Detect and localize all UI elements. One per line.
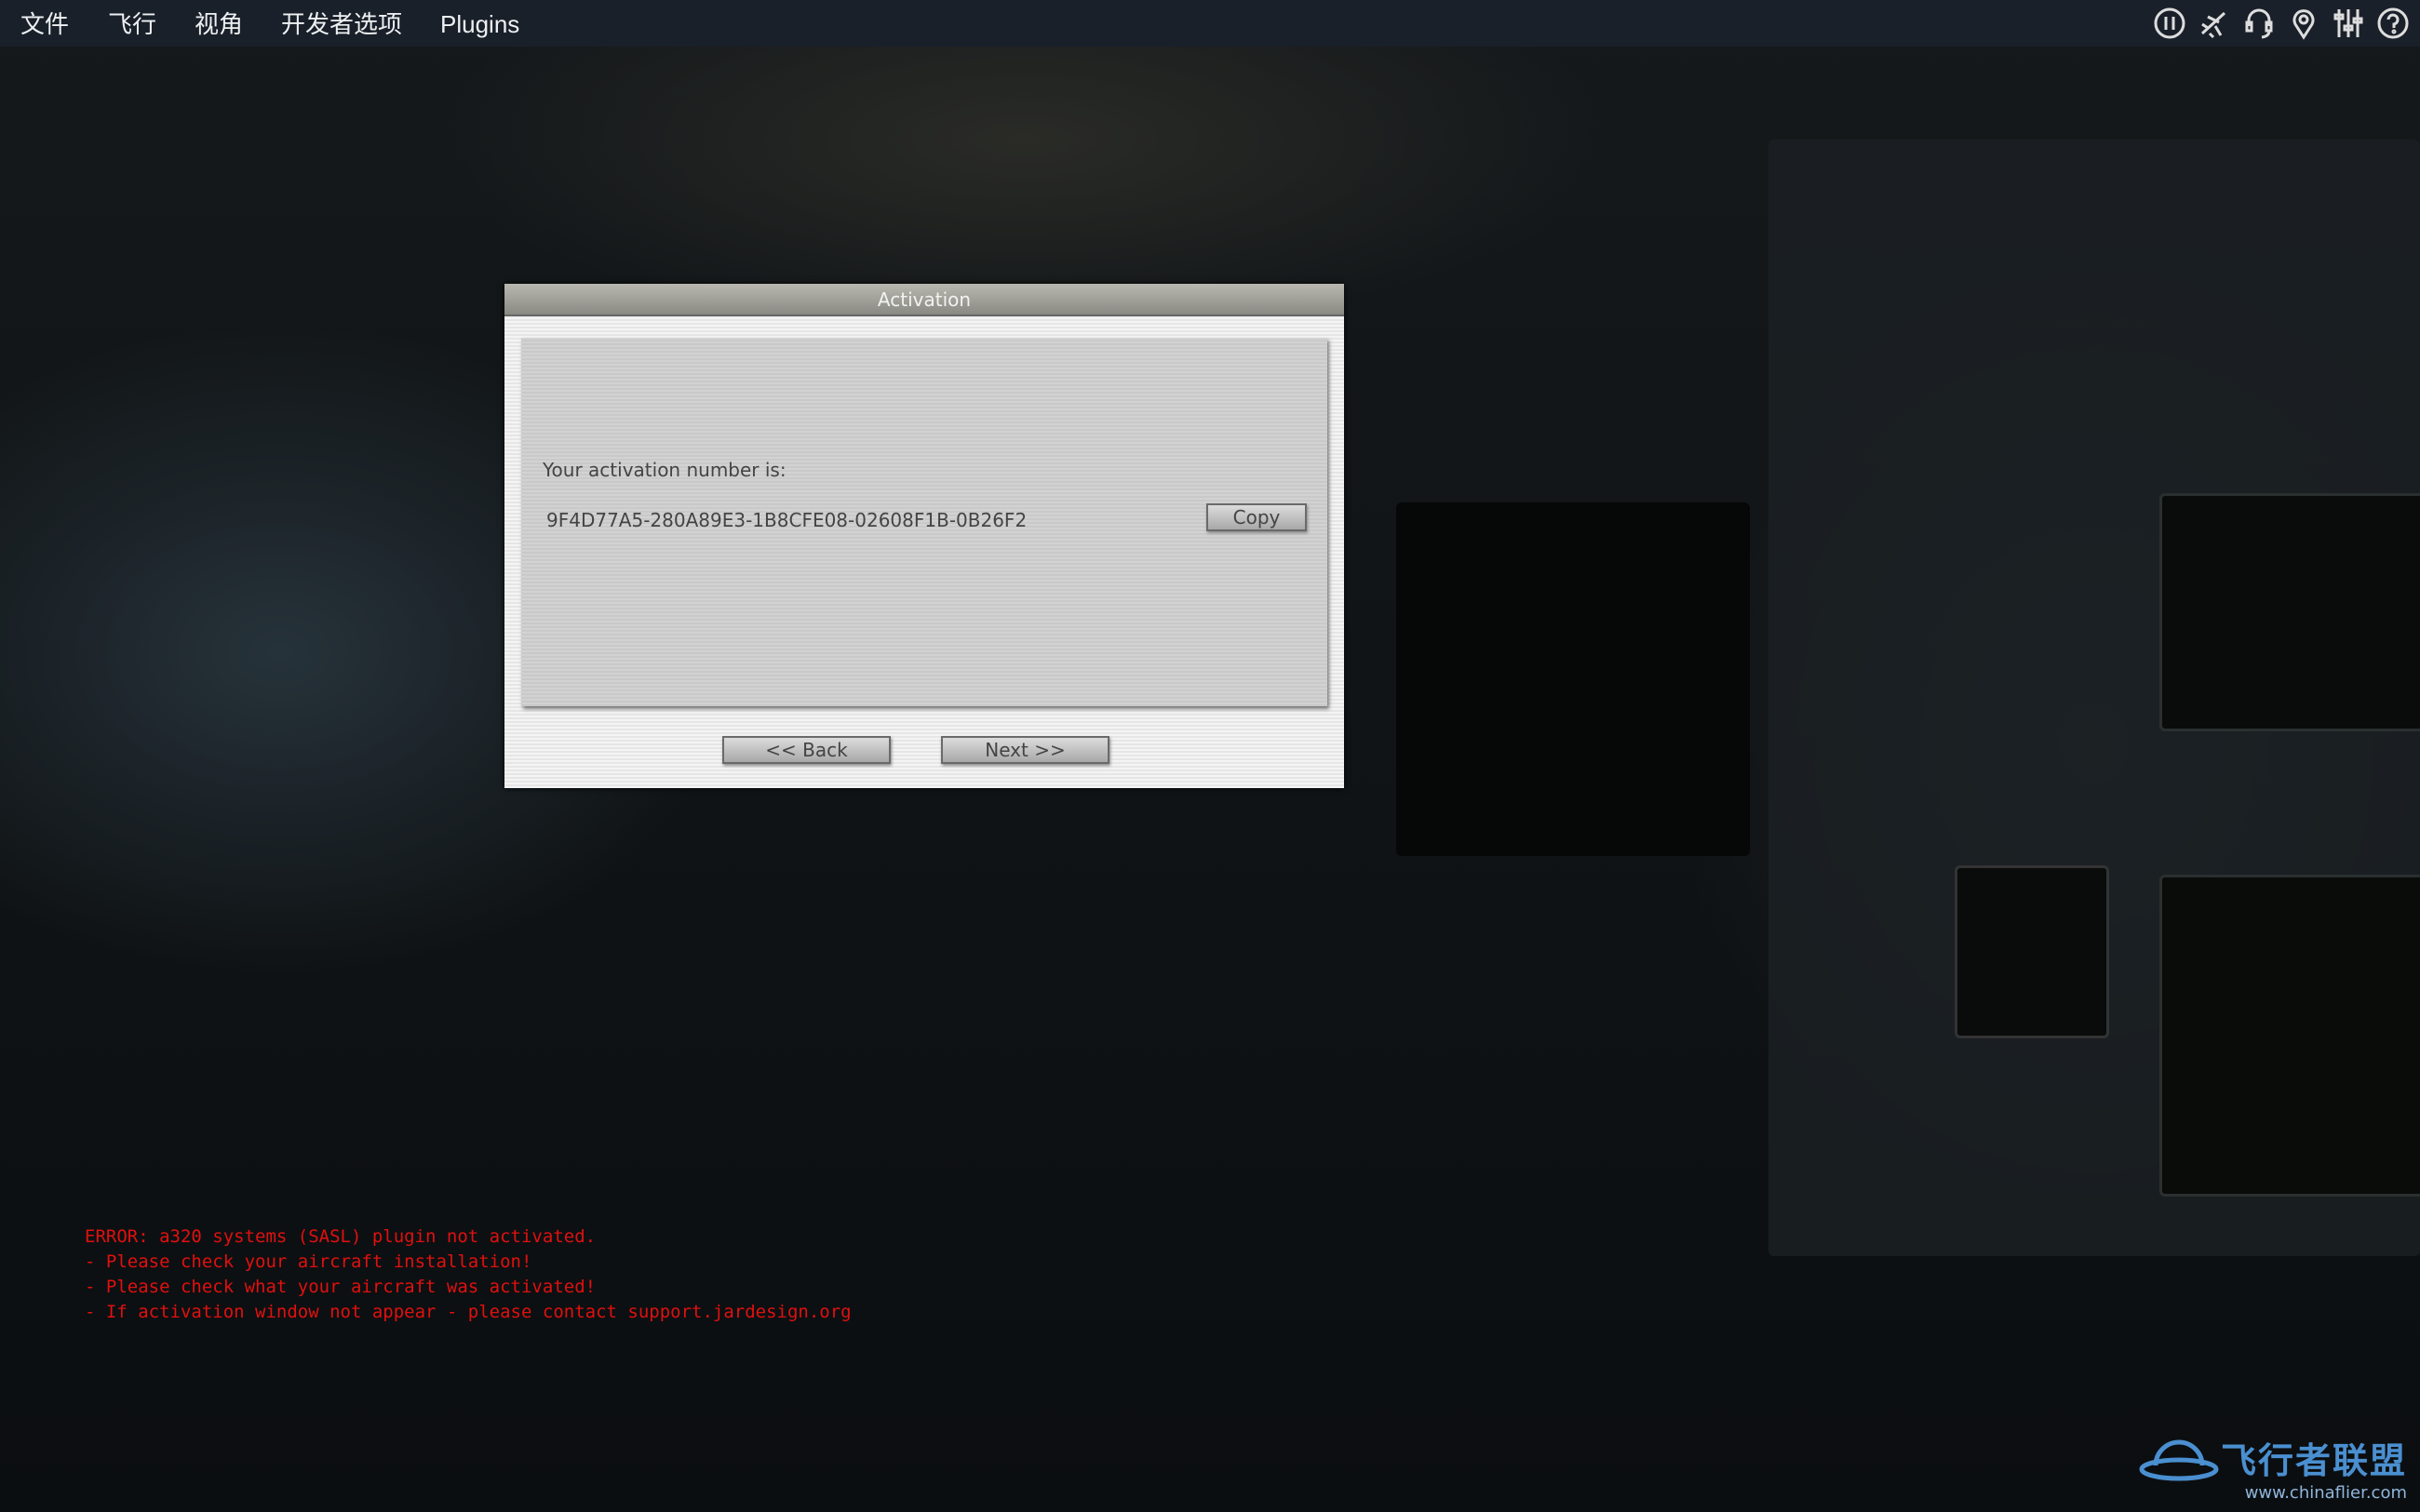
watermark-url: www.chinaflier.com <box>2244 1483 2407 1503</box>
pause-icon[interactable] <box>2152 6 2187 41</box>
cockpit-display-standby <box>1955 865 2109 1038</box>
error-line: - Please check what your aircraft was ac… <box>85 1277 597 1297</box>
copy-button[interactable]: Copy <box>1206 503 1307 531</box>
cockpit-display-ecam <box>2159 875 2420 1197</box>
menu-bar: 文件 飞行 视角 开发者选项 Plugins <box>0 0 2420 47</box>
menu-plugins[interactable]: Plugins <box>440 0 519 47</box>
menu-file[interactable]: 文件 <box>20 0 69 47</box>
next-button[interactable]: Next >> <box>941 736 1109 764</box>
menu-developer[interactable]: 开发者选项 <box>281 0 402 47</box>
activation-dialog: Activation Your activation number is: 9F… <box>504 284 1344 788</box>
error-line: ERROR: a320 systems (SASL) plugin not ac… <box>85 1226 597 1247</box>
dialog-title[interactable]: Activation <box>504 284 1344 316</box>
airplane-icon[interactable] <box>2197 6 2232 41</box>
activation-number: 9F4D77A5-280A89E3-1B8CFE08-02608F1B-0B26… <box>546 509 1028 531</box>
watermark-logo-icon <box>2139 1439 2219 1481</box>
cockpit-display-engine <box>2159 493 2420 731</box>
watermark: 飞行者联盟 www.chinaflier.com <box>2139 1432 2407 1503</box>
sliders-icon[interactable] <box>2331 6 2366 41</box>
error-line: - Please check your aircraft installatio… <box>85 1251 532 1272</box>
headset-icon[interactable] <box>2241 6 2277 41</box>
activation-panel: Your activation number is: 9F4D77A5-280A… <box>521 338 1327 706</box>
error-line: - If activation window not appear - plea… <box>85 1302 852 1322</box>
help-icon[interactable] <box>2375 6 2411 41</box>
activation-prompt: Your activation number is: <box>543 459 786 481</box>
cockpit-display <box>1396 502 1750 856</box>
watermark-name: 飞行者联盟 <box>2220 1440 2407 1481</box>
menu-view[interactable]: 视角 <box>195 0 243 47</box>
back-button[interactable]: << Back <box>722 736 891 764</box>
menu-flight[interactable]: 飞行 <box>108 0 156 47</box>
map-pin-icon[interactable] <box>2286 6 2321 41</box>
